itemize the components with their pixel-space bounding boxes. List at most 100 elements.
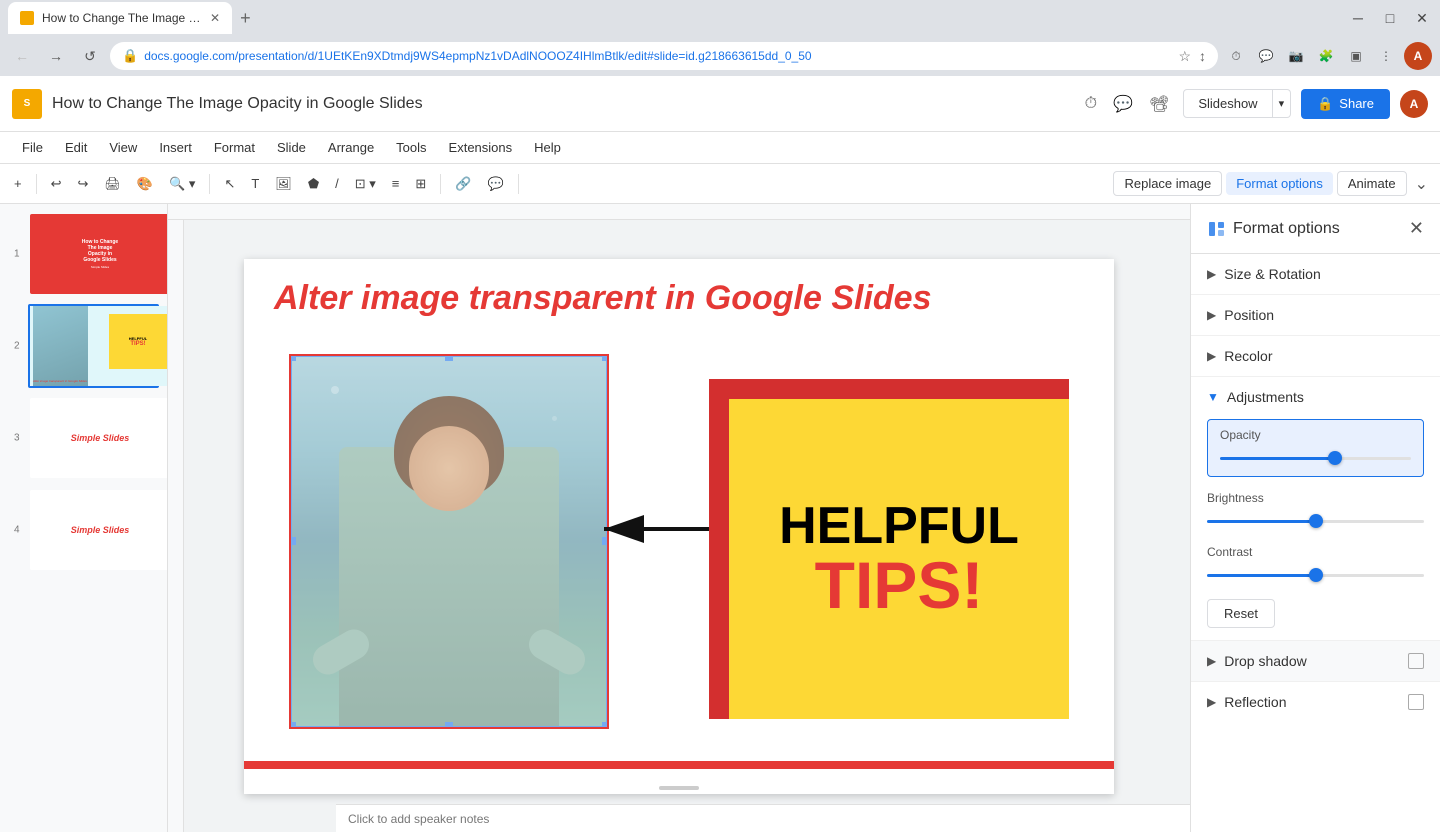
format-options-button[interactable]: Format options xyxy=(1226,172,1333,195)
slide-thumb-3[interactable]: 3 Simple Slides xyxy=(28,396,159,480)
menu-extensions[interactable]: Extensions xyxy=(439,136,523,159)
opacity-slider[interactable] xyxy=(1220,448,1411,468)
refresh-button[interactable]: ↺ xyxy=(76,42,104,70)
toolbar-undo-button[interactable]: ↩ xyxy=(45,172,68,196)
menu-edit[interactable]: Edit xyxy=(55,136,97,159)
menu-format[interactable]: Format xyxy=(204,136,265,159)
slide-canvas[interactable]: Alter image transparent in Google Slides xyxy=(244,259,1114,794)
handle-bottom-left[interactable] xyxy=(291,722,296,727)
extensions-icon[interactable]: 🧩 xyxy=(1314,44,1338,68)
tab-close-button[interactable]: ✕ xyxy=(210,11,220,25)
share-button[interactable]: 🔒 Share xyxy=(1301,89,1390,119)
user-avatar[interactable]: A xyxy=(1400,90,1428,118)
brightness-slider-thumb[interactable] xyxy=(1309,514,1323,528)
handle-middle-left[interactable] xyxy=(291,537,296,545)
toolbar-align-button[interactable]: ≡ xyxy=(386,172,406,195)
slide-thumb-2[interactable]: 2 HELPFUL TIPS! Alter image transparent … xyxy=(28,304,159,388)
tips-text: TIPS! xyxy=(815,552,984,618)
handle-top-center[interactable] xyxy=(445,356,453,361)
browser-tab[interactable]: How to Change The Image Opac... ✕ xyxy=(8,2,232,34)
selected-image-container[interactable] xyxy=(289,354,609,729)
brightness-slider[interactable] xyxy=(1207,511,1424,531)
canvas-scroll: Alter image transparent in Google Slides xyxy=(168,220,1190,832)
menu-insert[interactable]: Insert xyxy=(149,136,202,159)
slide-number-4: 4 xyxy=(14,525,20,536)
opacity-slider-thumb[interactable] xyxy=(1328,451,1342,465)
format-panel-header: Format options ✕ xyxy=(1191,204,1440,254)
slideshow-button[interactable]: Slideshow xyxy=(1183,89,1272,118)
sidebar-icon[interactable]: ▣ xyxy=(1344,44,1368,68)
version-history-icon[interactable]: ⏱ xyxy=(1081,91,1101,117)
new-tab-button[interactable]: + xyxy=(240,8,251,29)
drop-shadow-section[interactable]: ▶ Drop shadow xyxy=(1191,641,1440,682)
contrast-label: Contrast xyxy=(1207,545,1424,559)
menu-arrange[interactable]: Arrange xyxy=(318,136,384,159)
menu-tools[interactable]: Tools xyxy=(386,136,436,159)
toolbar-comment-button[interactable]: 💬 xyxy=(481,172,509,196)
size-rotation-header: ▶ Size & Rotation xyxy=(1207,266,1424,282)
toolbar-shape-button[interactable]: ⬟ xyxy=(302,172,325,196)
video-icon[interactable]: 📷 xyxy=(1284,44,1308,68)
header-icons: ⏱ 💬 📽 xyxy=(1081,90,1174,118)
reset-button[interactable]: Reset xyxy=(1207,599,1275,628)
handle-bottom-right[interactable] xyxy=(602,722,607,727)
toolbar-print-button[interactable]: 🖨 xyxy=(98,172,127,196)
profile-sync-icon[interactable]: ↕ xyxy=(1199,48,1206,65)
contrast-slider-thumb[interactable] xyxy=(1309,568,1323,582)
toolbar-zoom-button[interactable]: 🔍 ▾ xyxy=(163,172,201,196)
close-button[interactable]: ✕ xyxy=(1412,8,1432,28)
lock-icon: 🔒 xyxy=(1317,96,1333,112)
toolbar-paintformat-button[interactable]: 🎨 xyxy=(131,172,159,196)
handle-top-right[interactable] xyxy=(602,356,607,361)
address-text: docs.google.com/presentation/d/1UEtKEn9X… xyxy=(144,49,1172,63)
toolbar-distribute-button[interactable]: ⊞ xyxy=(409,172,432,196)
size-rotation-section[interactable]: ▶ Size & Rotation xyxy=(1191,254,1440,295)
comments-icon[interactable]: 💬 xyxy=(1109,90,1137,118)
menu-view[interactable]: View xyxy=(99,136,147,159)
toolbar-image-button[interactable]: 🖼 xyxy=(269,172,298,196)
reflection-section[interactable]: ▶ Reflection xyxy=(1191,682,1440,722)
recolor-section[interactable]: ▶ Recolor xyxy=(1191,336,1440,377)
format-panel-close-button[interactable]: ✕ xyxy=(1409,218,1424,239)
tab-title: How to Change The Image Opac... xyxy=(42,11,202,25)
toolbar-link-button[interactable]: 🔗 xyxy=(449,172,477,196)
toolbar-collapse-button[interactable]: ⌄ xyxy=(1411,170,1432,198)
replace-image-button[interactable]: Replace image xyxy=(1113,171,1222,196)
notes-bar[interactable]: Click to add speaker notes xyxy=(336,804,1190,832)
forward-button[interactable]: → xyxy=(42,42,70,70)
history-icon[interactable]: ⏱ xyxy=(1224,44,1248,68)
slide-thumb-1[interactable]: 1 How to ChangeThe ImageOpacity inGoogle… xyxy=(28,212,159,296)
toolbar-crop-button[interactable]: ⊡ ▾ xyxy=(349,172,382,196)
window-controls: ─ □ ✕ xyxy=(1348,8,1432,28)
adjustments-header[interactable]: ▼ Adjustments xyxy=(1207,389,1424,405)
handle-bottom-center[interactable] xyxy=(445,722,453,727)
handle-top-left[interactable] xyxy=(291,356,296,361)
minimize-button[interactable]: ─ xyxy=(1348,8,1368,28)
contrast-slider[interactable] xyxy=(1207,565,1424,585)
reflection-checkbox[interactable] xyxy=(1408,694,1424,710)
toolbar-add-button[interactable]: + xyxy=(8,172,28,195)
comments-icon[interactable]: 💬 xyxy=(1254,44,1278,68)
animate-button[interactable]: Animate xyxy=(1337,171,1407,196)
format-options-icon xyxy=(1207,219,1227,239)
profile-avatar[interactable]: A xyxy=(1404,42,1432,70)
drop-shadow-checkbox[interactable] xyxy=(1408,653,1424,669)
slide-thumb-4[interactable]: 4 Simple Slides xyxy=(28,488,159,572)
toolbar-redo-button[interactable]: ↪ xyxy=(72,172,95,196)
toolbar-text-button[interactable]: T xyxy=(245,172,265,195)
reflection-arrow: ▶ xyxy=(1207,695,1216,709)
menu-help[interactable]: Help xyxy=(524,136,571,159)
toolbar-line-button[interactable]: / xyxy=(329,172,345,195)
address-bar[interactable]: 🔒 docs.google.com/presentation/d/1UEtKEn… xyxy=(110,42,1218,70)
slideshow-dropdown-button[interactable]: ▾ xyxy=(1273,89,1292,118)
menu-slide[interactable]: Slide xyxy=(267,136,316,159)
slide-thumbnail-3: Simple Slides xyxy=(30,398,168,478)
toolbar-cursor-button[interactable]: ↖ xyxy=(218,172,241,196)
present-icon[interactable]: 📽 xyxy=(1145,90,1173,118)
bookmark-icon[interactable]: ☆ xyxy=(1178,48,1191,65)
back-button[interactable]: ← xyxy=(8,42,36,70)
maximize-button[interactable]: □ xyxy=(1380,8,1400,28)
position-section[interactable]: ▶ Position xyxy=(1191,295,1440,336)
menu-icon[interactable]: ⋮ xyxy=(1374,44,1398,68)
menu-file[interactable]: File xyxy=(12,136,53,159)
